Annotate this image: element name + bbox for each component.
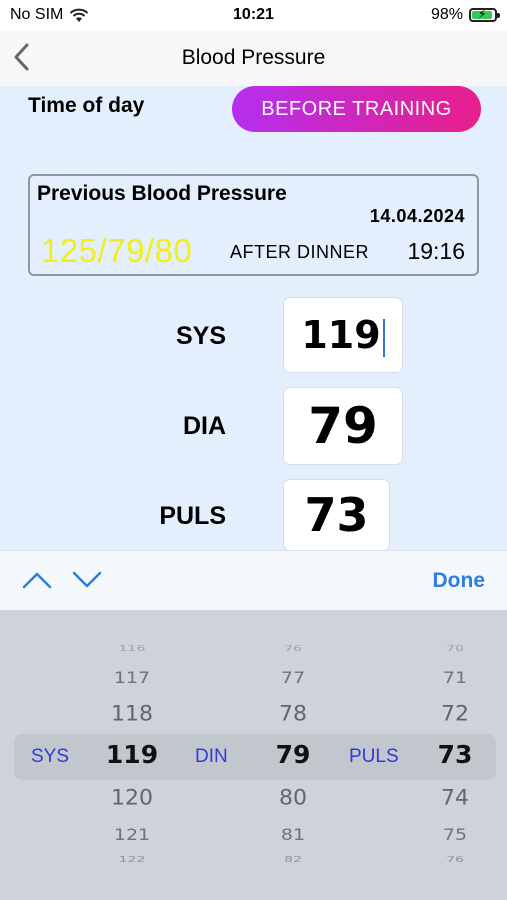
navigation-bar: Blood Pressure (0, 30, 507, 86)
picker-sys-value[interactable]: 121 (97, 826, 167, 845)
picker-fade-bottom (0, 860, 507, 900)
dia-label: DIA (182, 412, 226, 440)
picker-sys-value[interactable]: 117 (97, 669, 167, 688)
picker-sys-value[interactable]: 120 (97, 787, 167, 811)
charging-bolt-icon: ⚡ (478, 7, 487, 21)
previous-values: 125/79/80 (41, 232, 193, 269)
dia-value: 79 (308, 397, 378, 455)
picker-puls-label: PULS (349, 746, 399, 767)
previous-title: Previous Blood Pressure (37, 182, 287, 205)
battery-percent: 98% (430, 6, 463, 23)
picker-dia-value[interactable]: 77 (258, 669, 328, 688)
previous-tag: AFTER DINNER (230, 242, 370, 262)
sys-label: SYS (175, 322, 226, 350)
picker-sys-label: SYS (31, 746, 70, 767)
status-bar: No SIM 10:21 98% ⚡ (0, 0, 507, 30)
picker-dia-selected-value[interactable]: 79 (258, 740, 328, 769)
picker-puls-value[interactable]: 74 (420, 787, 490, 811)
previous-blood-pressure-card: Previous Blood Pressure 14.04.2024 125/7… (28, 174, 479, 276)
done-button[interactable]: Done (433, 569, 486, 593)
picker-dia-value[interactable]: 78 (258, 703, 328, 727)
sys-value: 119 (301, 313, 381, 357)
picker-dia-value[interactable]: 80 (258, 787, 328, 811)
picker-fade-top (0, 610, 507, 660)
puls-value: 73 (304, 488, 369, 542)
sys-input[interactable]: 119 (284, 298, 402, 372)
picker-sys-value[interactable]: 118 (97, 703, 167, 727)
picker-sys-selected-value[interactable]: 119 (97, 740, 167, 769)
puls-input[interactable]: 73 (284, 480, 389, 550)
picker-puls-selected-value[interactable]: 73 (420, 740, 490, 769)
picker-dia-label: DIN (195, 746, 228, 767)
dia-input[interactable]: 79 (284, 388, 402, 464)
chevron-up-icon[interactable] (21, 569, 53, 591)
picker-puls-value[interactable]: 72 (420, 703, 490, 727)
form-content: Time of day BEFORE TRAINING Previous Blo… (0, 86, 507, 550)
text-cursor (382, 318, 385, 357)
previous-time: 19:16 (407, 238, 465, 264)
value-picker[interactable]: SYS DIN PULS 116117118119120121122 76777… (0, 610, 507, 900)
time-of-day-label: Time of day (28, 94, 145, 117)
time-of-day-button[interactable]: BEFORE TRAINING (232, 86, 481, 132)
chevron-down-icon[interactable] (71, 569, 103, 591)
picker-puls-value[interactable]: 71 (420, 669, 490, 688)
battery-group: 98% ⚡ (430, 6, 500, 24)
battery-icon: ⚡ (469, 7, 500, 22)
picker-dia-value[interactable]: 81 (258, 826, 328, 845)
puls-label: PULS (159, 502, 226, 530)
page-title: Blood Pressure (181, 46, 326, 69)
picker-puls-value[interactable]: 75 (420, 826, 490, 845)
input-toolbar: Done (0, 550, 507, 610)
previous-date: 14.04.2024 (369, 206, 465, 226)
